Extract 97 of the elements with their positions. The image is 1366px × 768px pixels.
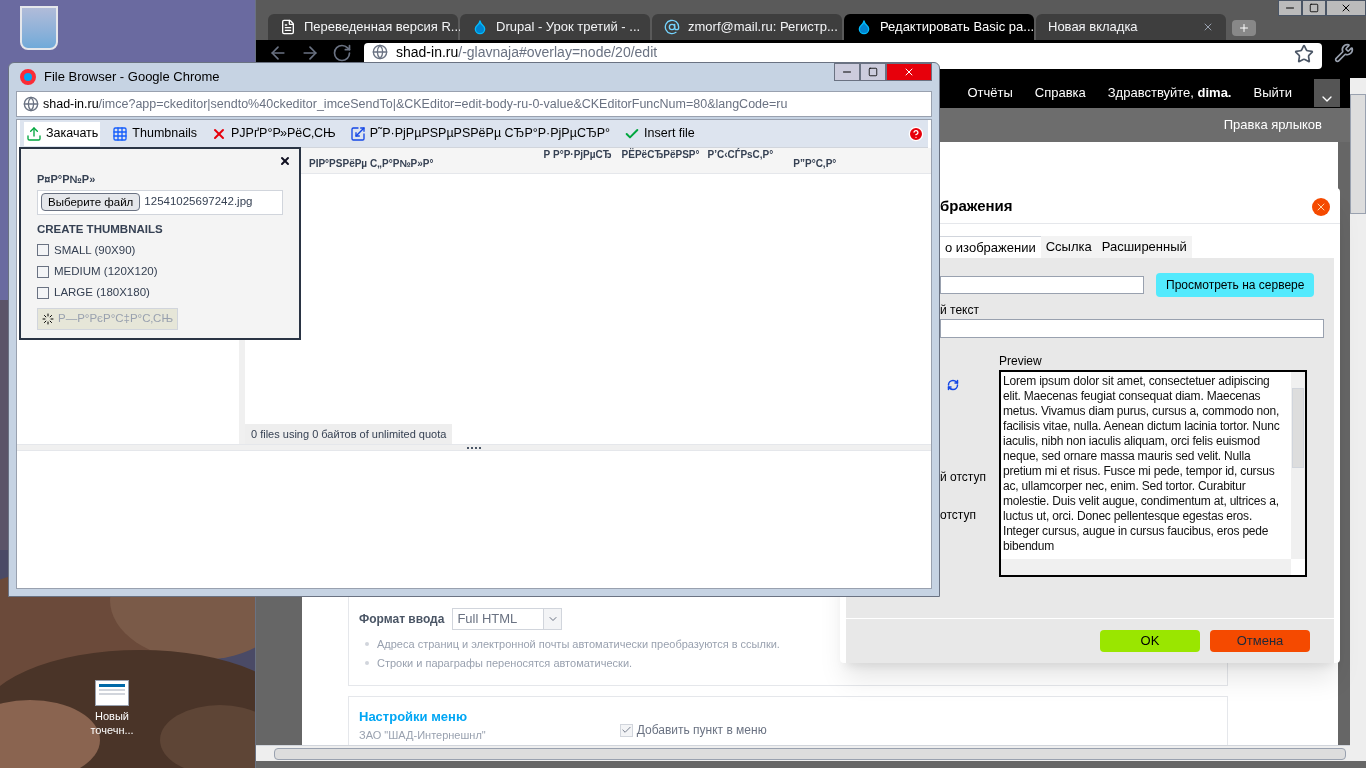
greeting-text: Здравствуйте, dima. <box>1107 84 1232 103</box>
tab-title: zmorf@mail.ru: Регистр... <box>688 18 838 37</box>
alt-text-field[interactable] <box>940 319 1324 338</box>
horizontal-scrollbar[interactable] <box>256 745 1350 761</box>
close-icon <box>903 66 915 78</box>
column-header[interactable]: Р”Р°С‚Р° <box>793 158 837 170</box>
new-tab-button[interactable] <box>1232 20 1256 36</box>
hspace-label: й отступ <box>940 469 986 486</box>
drop-icon <box>472 19 488 35</box>
minimize-button[interactable] <box>834 63 860 81</box>
settings-icon[interactable] <box>1334 43 1354 63</box>
url-field[interactable] <box>940 276 1144 294</box>
image-file-icon[interactable] <box>95 680 129 706</box>
desktop-icon-label[interactable]: Новый точечн... <box>80 710 144 738</box>
upload-icon <box>26 125 42 142</box>
checkbox[interactable] <box>37 265 49 278</box>
toolbar-button[interactable]: Thumbnails <box>110 121 199 146</box>
dialog-tab[interactable]: Ссылка <box>1040 236 1097 258</box>
drop-icon <box>856 19 872 35</box>
reset-size-icon[interactable] <box>947 379 959 391</box>
tab-title: Drupal - Урок третий - ... <box>496 18 641 37</box>
checkbox-label: LARGE (180X180) <box>54 285 150 301</box>
maximize-button[interactable] <box>860 63 886 81</box>
toolbar-link[interactable]: Отчёты <box>967 83 1013 103</box>
globe-icon <box>23 96 39 112</box>
format-tip: Адреса страниц и электронной почты автоматически преобразуются в ссылки. <box>377 637 780 652</box>
menu-checkbox[interactable] <box>619 723 633 737</box>
column-header[interactable]: Р’С‹СЃРѕС‚Р° <box>707 149 774 161</box>
scrollbar[interactable] <box>1291 372 1305 559</box>
checkbox[interactable] <box>37 286 49 299</box>
tab-title: Новая вкладка <box>1048 18 1139 37</box>
toolbar-link[interactable]: Справка <box>1034 83 1086 103</box>
spinner-icon <box>42 312 54 325</box>
checkbox-label: SMALL (90X90) <box>54 242 136 258</box>
browser-tab[interactable]: Редактировать Basic pa... <box>844 14 1034 40</box>
scrollbar[interactable] <box>1001 559 1291 575</box>
format-select[interactable]: Full HTML <box>452 608 563 630</box>
at-icon <box>664 19 680 35</box>
quota-status: 0 files using 0 байтов of unlimited quota <box>245 423 453 444</box>
ok-button[interactable]: OK <box>1100 630 1200 652</box>
address-bar[interactable]: shad-in.ru/imce?app=ckeditor|sendto%40ckeditor_imceSendTo|&CKEditor=edit-body-ru-0-value&CKEditorFuncNum=80&langCode=ru <box>16 91 932 117</box>
format-label: Формат ввода <box>359 611 445 628</box>
maximize-icon <box>1309 3 1319 13</box>
browser-tab[interactable]: Новая вкладка <box>1036 14 1226 40</box>
column-header[interactable]: Р Р°Р·РјРµСЂ <box>543 149 612 161</box>
page-icon <box>280 19 296 35</box>
file-name: 12541025697242.jpg <box>144 194 253 210</box>
url-text: shad-in.ru/-glavnaja#overlay=node/20/edit <box>396 44 659 60</box>
browser-tab[interactable]: zmorf@mail.ru: Регистр... <box>652 14 842 40</box>
toolbar-button[interactable]: РЈРґР°Р»РёС‚СЊ <box>209 121 338 146</box>
toolbar-button[interactable]: Закачать <box>24 121 101 146</box>
thumbnails-heading: CREATE THUMBNAILS <box>37 221 164 237</box>
browser-tab[interactable]: Drupal - Урок третий - ... <box>460 14 650 40</box>
column-header[interactable]: РЁРёСЂРёРЅР° <box>621 149 700 161</box>
browser-tab[interactable]: Переведенная версия R... <box>268 14 458 40</box>
maximize-icon <box>868 67 878 77</box>
vspace-label: отступ <box>940 507 976 524</box>
toolbar-button[interactable]: Insert file <box>622 121 697 146</box>
choose-file-button[interactable]: Выберите файл <box>41 193 141 211</box>
grid-icon <box>112 125 129 142</box>
url-text: shad-in.ru/imce?app=ckeditor|sendto%40ckeditor_imceSendTo|&CKEditor=edit-body-ru-0-value&CKEditorFuncNum=80&langCode=ru <box>43 95 788 113</box>
close-icon <box>1340 2 1352 14</box>
preview-text: Lorem ipsum dolor sit amet, consectetuer adipiscing elit. Maecenas feugiat consequat diam. Maecenas metus. Vivamus diam purus, cursus a, commodo non, facilisis vitae, nulla. Aenean dictum lacinia tortor. Nunc iaculis, nibh non iaculis aliquam, orci felis euismod neque, sed ornare massa mauris sed velit. Nulla pretium mi et risus. Fusce mi pede, tempor id, cursus ac, ullamcorper nec, enim. Sed tortor. Curabitur molestie. Duis velit augue, condimentum at, ultrices a, luctus ut, orci. Donec pellentesque egestas eros. Integer cursus, augue in cursus faucibus, eros pede bibendum <box>1002 373 1281 555</box>
dialog-title: бражения <box>940 196 1013 217</box>
close-button[interactable] <box>1326 0 1366 16</box>
browse-server-button[interactable]: Просмотреть на сервере <box>1156 273 1315 297</box>
shortcuts-toggle[interactable] <box>1314 79 1340 107</box>
bookmark-star-icon[interactable] <box>1294 44 1314 64</box>
minimize-button[interactable] <box>1278 0 1302 16</box>
dialog-tab[interactable]: о изображении <box>940 236 1041 258</box>
preview-label: Preview <box>999 353 1043 370</box>
reload-icon[interactable] <box>332 43 352 63</box>
dialog-tab[interactable]: Расширенный <box>1096 236 1192 258</box>
alt-text-label: й текст <box>940 302 980 319</box>
file-label: Р¤Р°Р№Р» <box>37 172 97 187</box>
help-icon[interactable] <box>908 125 924 142</box>
column-header[interactable]: РІР°РЅРёРµ С„Р°Р№Р»Р° <box>309 158 434 170</box>
plus-icon <box>1238 22 1250 34</box>
file-input[interactable]: Выберите файл 12541025697242.jpg <box>37 189 283 215</box>
vertical-scrollbar[interactable] <box>1350 78 1366 761</box>
edit-shortcuts-link[interactable]: Правка ярлыков <box>1223 115 1322 135</box>
checkbox-label: MEDIUM (120X120) <box>54 264 158 279</box>
resize-icon <box>349 125 366 142</box>
format-tip: Строки и параграфы переносятся автоматически. <box>377 655 633 671</box>
checkbox[interactable] <box>37 244 49 257</box>
section-subtitle: ЗАО "ШАД-Интернешнл" <box>359 727 486 743</box>
toolbar-button[interactable]: Р˜Р·РјРµРЅРµРЅРёРµ СЂР°Р·РјРµСЂР° <box>347 121 613 146</box>
close-button[interactable] <box>1312 197 1330 216</box>
tab-title: Редактировать Basic pa... <box>880 18 1035 37</box>
checkbox-label: Добавить пункт в меню <box>636 722 767 739</box>
chrome-logo-icon <box>20 69 36 85</box>
globe-icon <box>372 44 388 60</box>
close-icon[interactable] <box>279 155 291 167</box>
cancel-button[interactable]: Отмена <box>1210 630 1310 652</box>
logout-link[interactable]: Выйти <box>1253 83 1292 103</box>
maximize-button[interactable] <box>1302 0 1326 16</box>
window-title: File Browser - Google Chrome <box>44 68 221 87</box>
